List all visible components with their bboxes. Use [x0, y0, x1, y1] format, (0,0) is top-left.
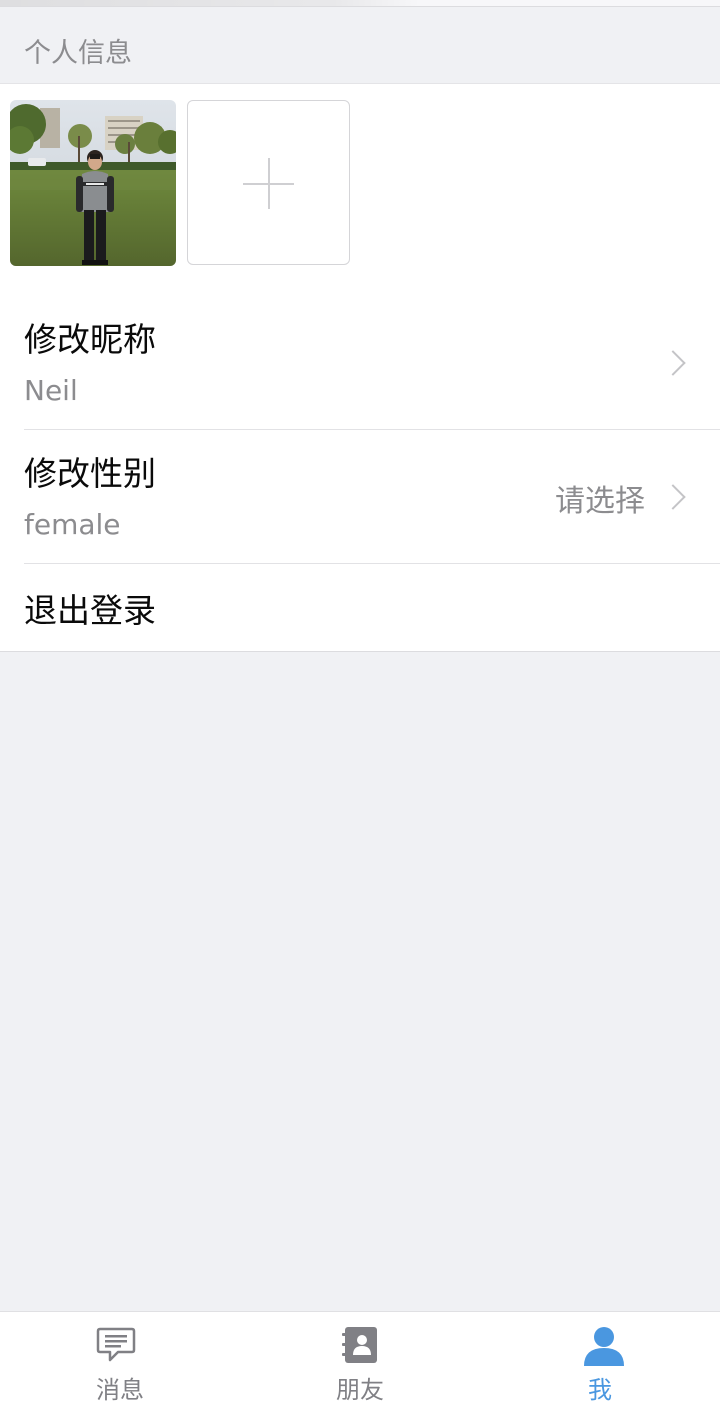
logout-row[interactable]: 退出登录: [24, 564, 720, 651]
edit-nickname-row[interactable]: 修改昵称 Neil: [24, 295, 720, 430]
tab-messages[interactable]: 消息: [0, 1312, 240, 1410]
logout-title: 退出登录: [24, 591, 156, 630]
chevron-right-icon: [660, 350, 686, 376]
profile-card: 修改昵称 Neil 修改性别 female 请选择 退出登录: [0, 84, 720, 652]
edit-gender-title: 修改性别: [24, 454, 156, 493]
bottom-tab-bar: 消息 朋友 我: [0, 1311, 720, 1410]
tab-messages-label: 消息: [96, 1376, 144, 1404]
tab-me[interactable]: 我: [480, 1312, 720, 1410]
chevron-right-icon: [660, 484, 686, 510]
gender-value: female: [24, 508, 121, 541]
plus-icon-vertical: [268, 158, 270, 209]
contacts-icon: [342, 1327, 377, 1363]
gender-select-placeholder: 请选择: [555, 484, 645, 519]
tab-me-label: 我: [588, 1376, 612, 1404]
edit-gender-row[interactable]: 修改性别 female 请选择: [24, 430, 720, 564]
add-photo-button[interactable]: [187, 100, 350, 265]
section-header: 个人信息: [0, 7, 720, 84]
top-bar-shadow: [0, 0, 420, 6]
message-icon: [96, 1327, 136, 1362]
top-bar: [0, 0, 720, 7]
edit-nickname-title: 修改昵称: [24, 320, 156, 359]
tab-friends-label: 朋友: [336, 1376, 384, 1404]
user-photo-icon: [10, 100, 176, 266]
section-title: 个人信息: [24, 38, 132, 69]
person-icon: [584, 1327, 624, 1366]
avatar-photo[interactable]: [10, 100, 176, 266]
nickname-value: Neil: [24, 374, 78, 407]
profile-page: 个人信息 修改昵称 Neil 修改性别 female 请选择 退出登录 消息 朋…: [0, 0, 720, 1410]
tab-friends[interactable]: 朋友: [240, 1312, 480, 1410]
